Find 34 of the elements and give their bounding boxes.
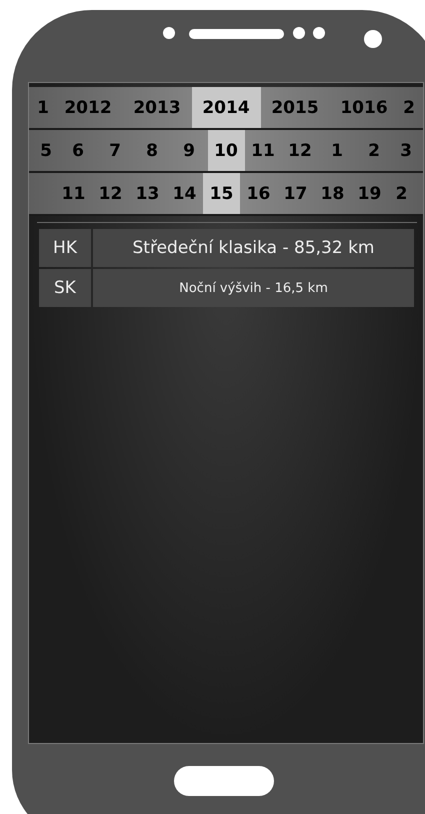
- picker-item[interactable]: 10: [208, 130, 244, 171]
- picker-item[interactable]: 3: [392, 130, 420, 171]
- picker-item[interactable]: 11: [55, 173, 92, 214]
- camera-icon: [364, 30, 382, 48]
- picker-item[interactable]: 1016: [330, 87, 398, 128]
- picker-item[interactable]: 13: [129, 173, 166, 214]
- picker-item[interactable]: 2: [388, 173, 415, 214]
- picker-item[interactable]: 12: [282, 130, 318, 171]
- event-title[interactable]: Noční výšvih - 16,5 km: [93, 269, 414, 307]
- picker-item[interactable]: 17: [277, 173, 314, 214]
- picker-item[interactable]: 2: [356, 130, 392, 171]
- picker-item[interactable]: 2: [398, 87, 420, 128]
- picker-item[interactable]: 2012: [54, 87, 122, 128]
- picker-item[interactable]: 11: [244, 130, 282, 171]
- picker-item[interactable]: 9: [170, 130, 208, 171]
- picker-item[interactable]: 2015: [260, 87, 330, 128]
- picker-item[interactable]: 18: [314, 173, 351, 214]
- picker-item[interactable]: 1: [318, 130, 356, 171]
- picker-item[interactable]: 5: [32, 130, 60, 171]
- picker-item[interactable]: 8: [134, 130, 170, 171]
- picker-item[interactable]: 12: [92, 173, 129, 214]
- event-code: HK: [39, 229, 91, 267]
- picker-item[interactable]: 2013: [122, 87, 192, 128]
- home-button[interactable]: [174, 766, 274, 796]
- picker-item[interactable]: 16: [240, 173, 277, 214]
- event-code: SK: [39, 269, 91, 307]
- picker-item[interactable]: 19: [351, 173, 388, 214]
- picker-item[interactable]: 14: [166, 173, 203, 214]
- picker-item[interactable]: 7: [96, 130, 134, 171]
- picker-item[interactable]: 15: [203, 173, 240, 214]
- picker-item[interactable]: 1: [32, 87, 54, 128]
- event-title[interactable]: Středeční klasika - 85,32 km: [93, 229, 414, 267]
- picker-item[interactable]: 2014: [192, 87, 260, 128]
- picker-item[interactable]: 6: [60, 130, 96, 171]
